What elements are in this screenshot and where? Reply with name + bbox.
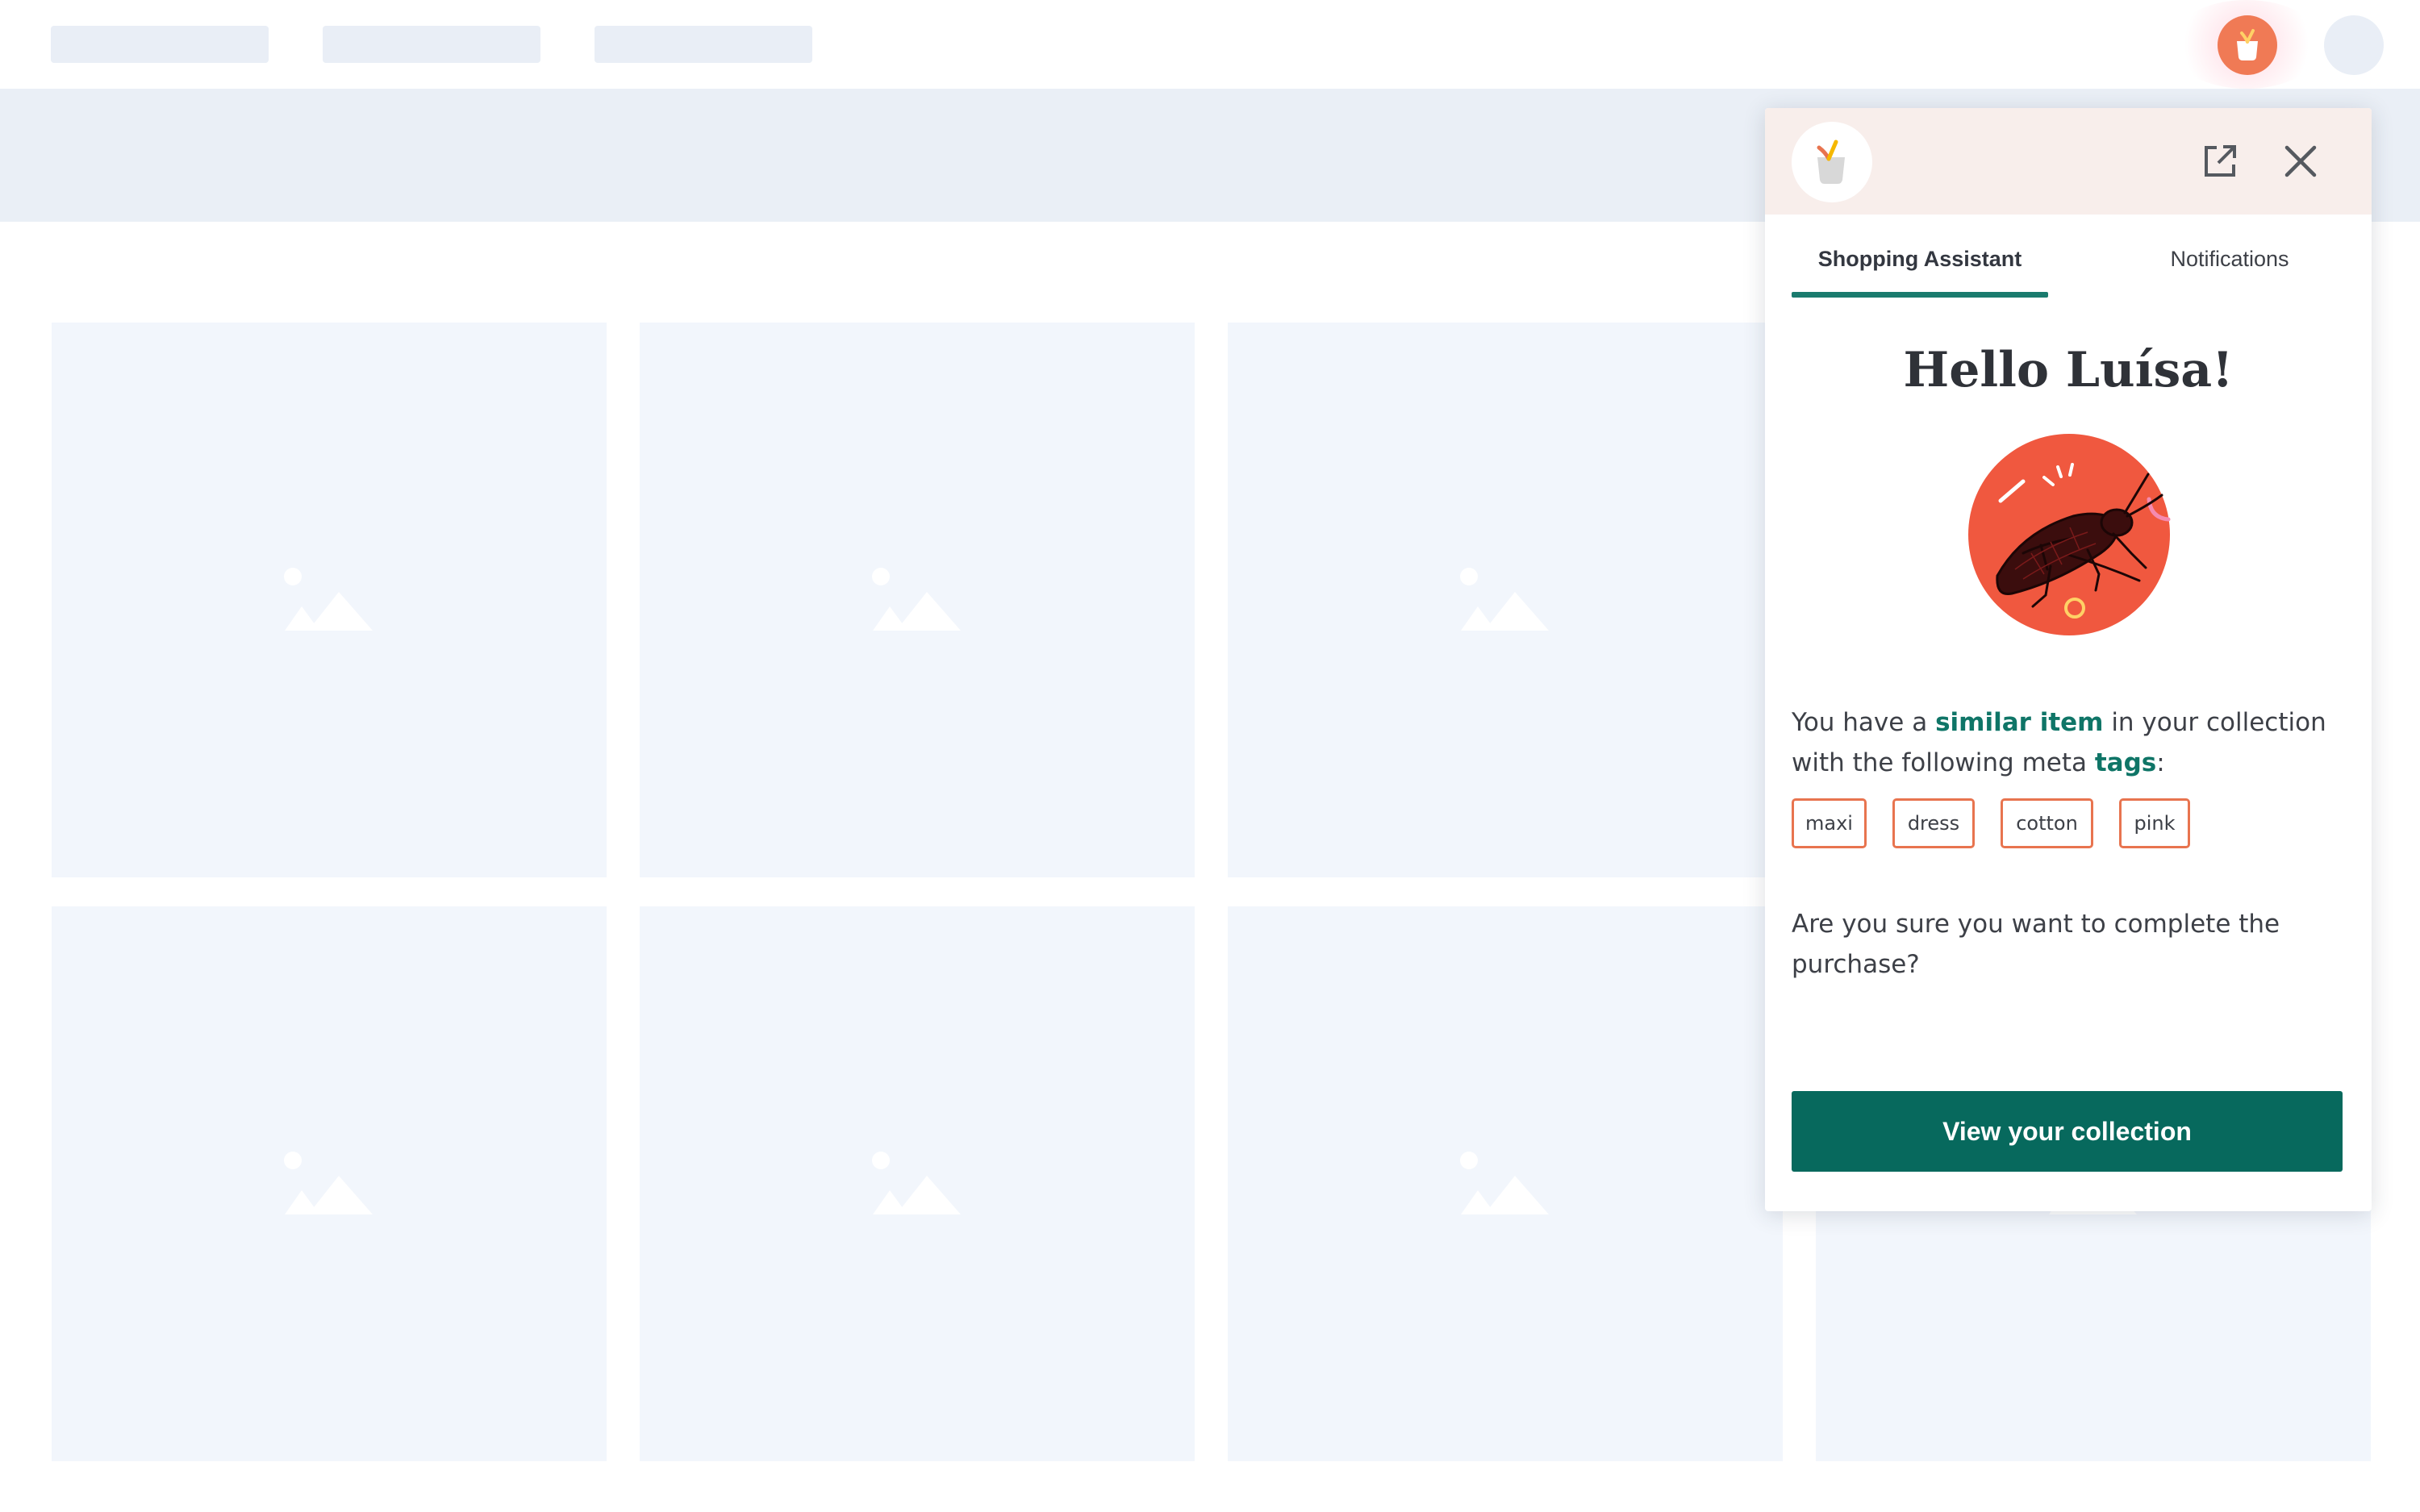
nav-link-placeholder[interactable] [595,26,812,63]
external-link-icon [2205,145,2236,177]
tags-link[interactable]: tags [2095,748,2156,777]
close-icon [2284,145,2317,177]
page-root: Shopping Assistant Notifications Hello L… [0,0,2420,1512]
image-placeholder-icon [872,568,961,631]
image-placeholder-icon [1460,1152,1549,1214]
product-card-placeholder[interactable] [1228,906,1783,1461]
tag-chip[interactable]: dress [1892,798,1975,848]
nav-link-placeholder[interactable] [51,26,269,63]
tag-chip[interactable]: cotton [2001,798,2093,848]
product-card-placeholder[interactable] [640,906,1195,1461]
top-nav [0,0,2420,89]
cart-logo-icon [2237,29,2258,60]
purchase-confirmation-question: Are you sure you want to complete the pu… [1792,910,2280,979]
nav-link-placeholder[interactable] [323,26,540,63]
view-collection-button[interactable]: View your collection [1792,1091,2343,1172]
tab-notifications[interactable]: Notifications [2114,215,2345,303]
shopping-assistant-panel: Shopping Assistant Notifications Hello L… [1765,108,2372,1211]
panel-tabs: Shopping Assistant Notifications [1792,215,2345,303]
active-tab-indicator [1792,292,2048,298]
message-text: You have a [1792,708,1936,737]
product-card-placeholder[interactable] [640,323,1195,877]
tab-shopping-assistant[interactable]: Shopping Assistant [1792,215,2048,303]
shopping-assistant-extension-button[interactable] [2170,0,2323,89]
extension-icon-badge [2218,15,2277,75]
tag-chip[interactable]: maxi [1792,798,1867,848]
product-card-placeholder[interactable] [52,906,607,1461]
cart-logo-icon [1817,140,1845,184]
tag-chip[interactable]: pink [2119,798,2190,848]
image-placeholder-icon [284,1152,373,1214]
message-text: : [2156,748,2165,777]
close-panel-button[interactable] [2276,137,2325,185]
panel-header [1765,108,2372,215]
similar-item-message: You have a similar item in your collecti… [1792,702,2348,791]
similar-item-link[interactable]: similar item [1935,708,2103,737]
open-external-button[interactable] [2196,137,2244,185]
assistant-logo [1792,122,1872,202]
greeting-heading: Hello Luísa! [1903,342,2234,398]
user-avatar[interactable] [2324,15,2384,75]
image-placeholder-icon [872,1152,961,1214]
product-card-placeholder[interactable] [52,323,607,877]
image-placeholder-icon [284,568,373,631]
product-card-placeholder[interactable] [1228,323,1783,877]
cricket-illustration-icon [1968,434,2171,635]
image-placeholder-icon [1460,568,1549,631]
